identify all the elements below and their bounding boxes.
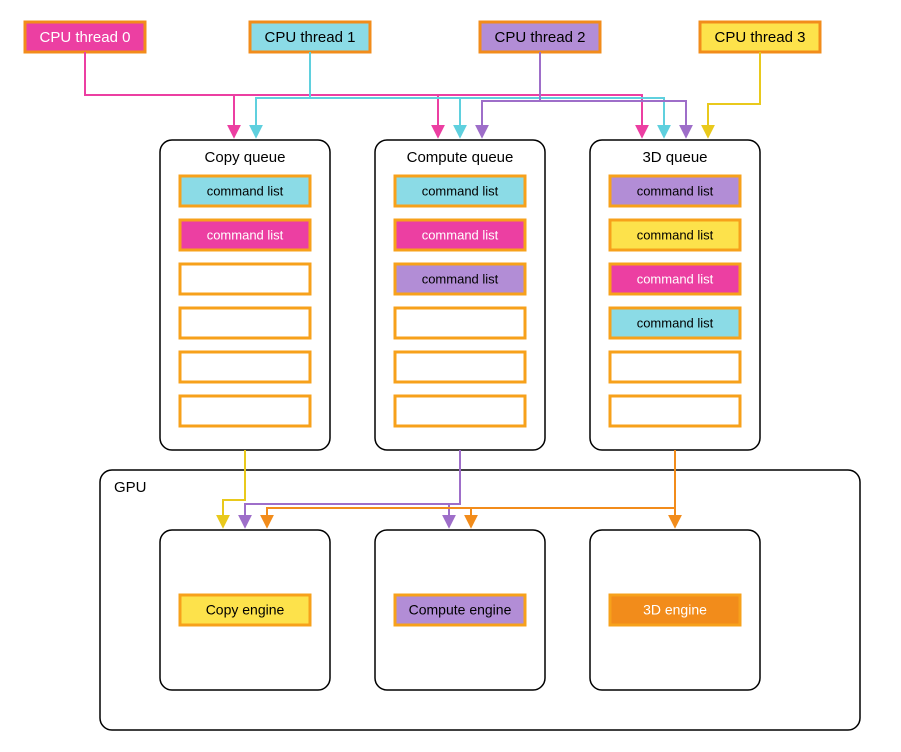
- compute-queue-slot-5: [395, 396, 525, 426]
- gpu-label: GPU: [114, 479, 147, 496]
- 3d-queue-title: 3D queue: [642, 149, 707, 166]
- 3d-queue-slot-1-label: command list: [637, 227, 714, 242]
- 3d-queue-slot-2-label: command list: [637, 271, 714, 286]
- copy-queue-slot-5: [180, 396, 310, 426]
- compute-queue-slot-0-label: command list: [422, 183, 499, 198]
- 3d-queue-slot-3-label: command list: [637, 315, 714, 330]
- compute-queue-title: Compute queue: [407, 149, 514, 166]
- compute-queue-slot-3: [395, 308, 525, 338]
- cpu-thread-2-label: CPU thread 2: [495, 29, 586, 46]
- compute-queue-slot-4: [395, 352, 525, 382]
- 3d-queue-slot-5: [610, 396, 740, 426]
- copy-queue-slot-1-label: command list: [207, 227, 284, 242]
- cpu-thread-0-label: CPU thread 0: [40, 29, 131, 46]
- cpu-thread-1-label: CPU thread 1: [265, 29, 356, 46]
- 3d-queue-slot-4: [610, 352, 740, 382]
- copy-queue-slot-4: [180, 352, 310, 382]
- copy-queue-slot-2: [180, 264, 310, 294]
- gpu-queue-diagram: CPU thread 0 CPU thread 1 CPU thread 2 CPU …: [0, 0, 901, 752]
- arrow-thread3-to-3d-queue: [708, 52, 760, 136]
- compute-queue-slot-2-label: command list: [422, 271, 499, 286]
- copy-engine-label: Copy engine: [206, 602, 285, 618]
- arrow-thread0-to-3d-queue: [85, 52, 642, 136]
- 3d-queue-slot-0-label: command list: [637, 183, 714, 198]
- copy-queue-title: Copy queue: [205, 149, 286, 166]
- cpu-thread-3-label: CPU thread 3: [715, 29, 806, 46]
- copy-queue-slot-0-label: command list: [207, 183, 284, 198]
- copy-queue-slot-3: [180, 308, 310, 338]
- compute-queue-slot-1-label: command list: [422, 227, 499, 242]
- compute-engine-label: Compute engine: [409, 602, 512, 618]
- 3d-engine-label: 3D engine: [643, 602, 707, 618]
